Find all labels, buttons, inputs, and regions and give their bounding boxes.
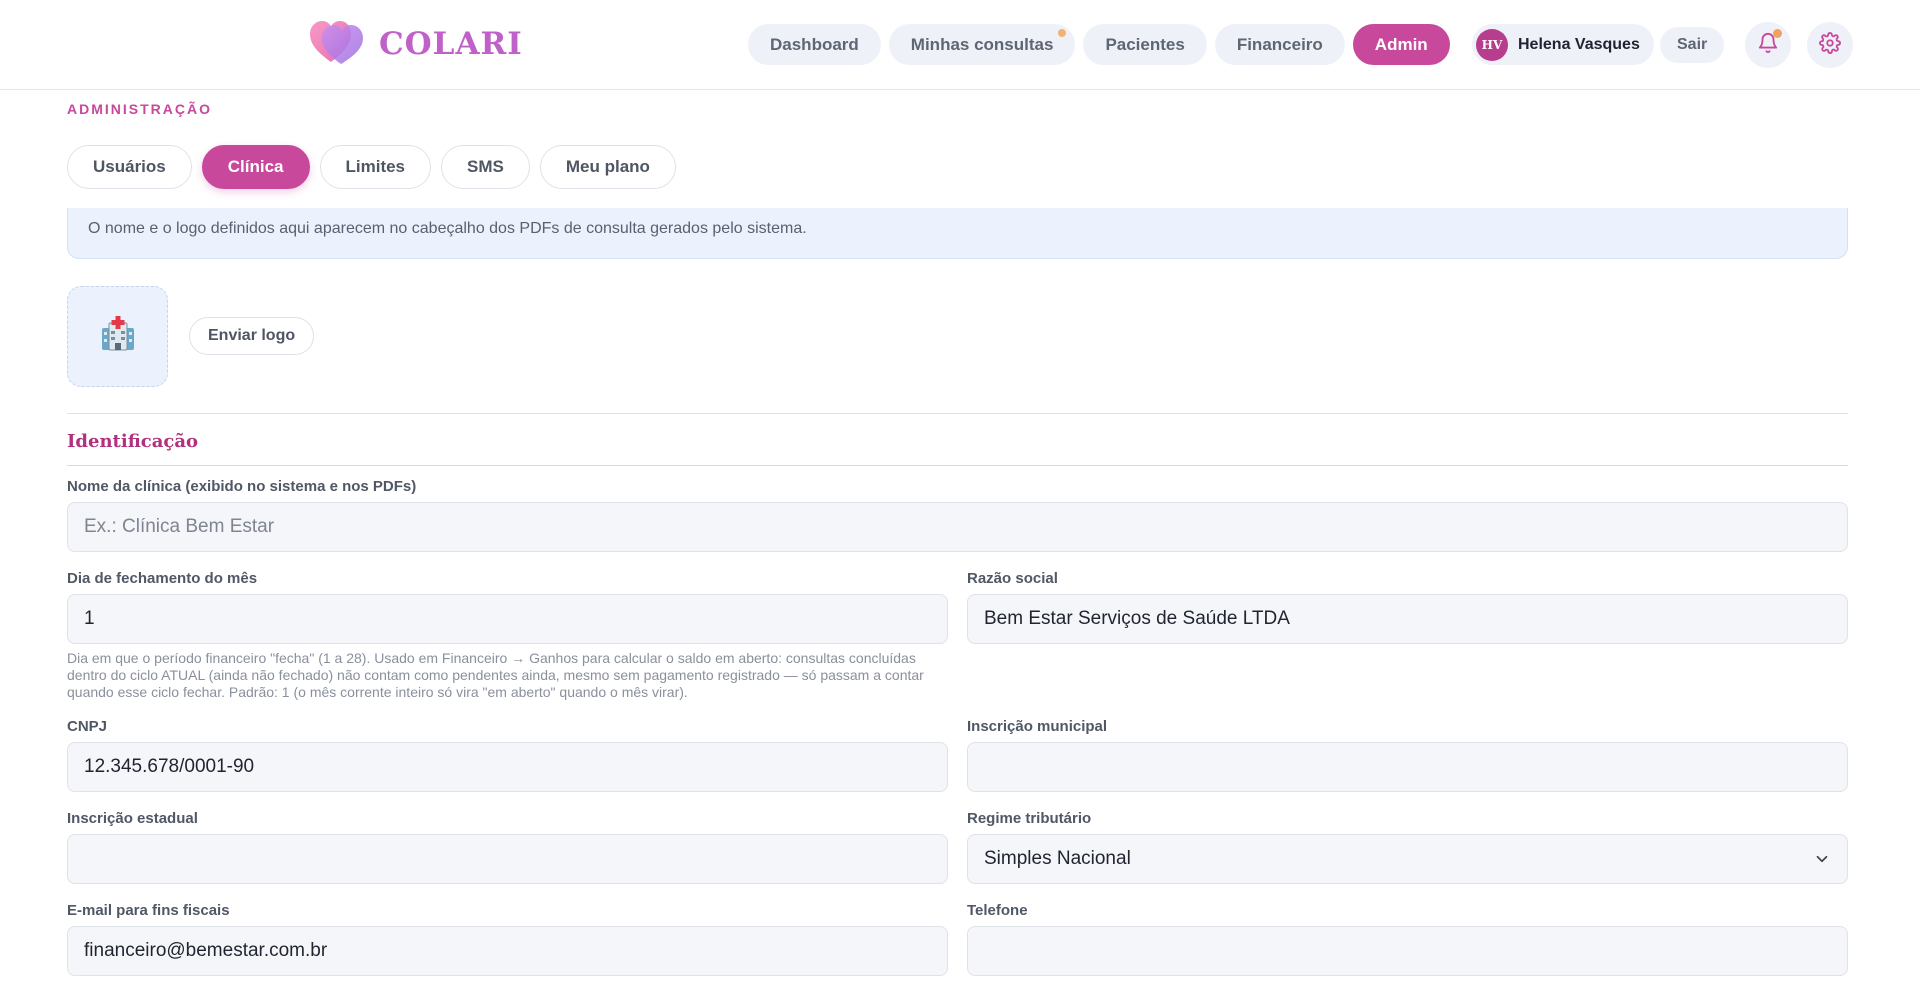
clinic-name-input[interactable]: Ex.: Clínica Bem Estar	[67, 502, 1848, 552]
fiscal-email-label: E-mail para fins fiscais	[67, 902, 230, 919]
nav-label: Minhas consultas	[910, 34, 1054, 54]
gear-icon	[1819, 31, 1841, 59]
fiscal-email-input[interactable]: financeiro@bemestar.com.br	[67, 926, 948, 976]
nav-minhas-consultas[interactable]: Minhas consultas	[888, 24, 1076, 65]
section-kicker: ADMINISTRAÇÃO	[67, 101, 212, 117]
logout-button[interactable]: Sair	[1660, 27, 1725, 63]
info-banner: O nome e o logo definidos aqui aparecem …	[67, 208, 1848, 259]
nav-label: Admin	[1374, 34, 1428, 54]
upload-logo-button[interactable]: Enviar logo	[189, 317, 315, 355]
user-name: Helena Vasques	[1518, 35, 1640, 53]
legal-name-label: Razão social	[967, 570, 1058, 587]
notifications-button[interactable]	[1745, 22, 1791, 68]
nav-pacientes[interactable]: Pacientes	[1083, 24, 1207, 65]
logo-preview	[67, 286, 168, 387]
nav-financeiro[interactable]: Financeiro	[1214, 24, 1345, 65]
admin-tabs: Usuários Clínica Limites SMS Meu plano	[67, 145, 686, 189]
tab-sms[interactable]: SMS	[441, 145, 530, 189]
divider	[67, 413, 1848, 414]
main-nav: Dashboard Minhas consultas Pacientes Fin…	[748, 24, 1458, 65]
state-reg-input[interactable]	[67, 834, 948, 884]
closing-day-input[interactable]: 1	[67, 594, 948, 644]
nav-label: Pacientes	[1105, 34, 1185, 54]
phone-input[interactable]	[967, 926, 1848, 976]
settings-button[interactable]	[1807, 22, 1853, 68]
brand-name: COLARI	[379, 26, 523, 62]
top-bar: COLARI Dashboard Minhas consultas Pacien…	[0, 0, 1920, 90]
cnpj-input[interactable]: 12.345.678/0001-90	[67, 742, 948, 792]
group-title: Identificação	[67, 431, 199, 452]
legal-name-input[interactable]: Bem Estar Serviços de Saúde LTDA	[967, 594, 1848, 644]
tab-usuarios[interactable]: Usuários	[67, 145, 192, 189]
phone-label: Telefone	[967, 902, 1028, 919]
brand[interactable]: COLARI	[309, 20, 523, 68]
municipal-reg-input[interactable]	[967, 742, 1848, 792]
tab-limites[interactable]: Limites	[319, 145, 432, 189]
cnpj-label: CNPJ	[67, 718, 108, 735]
closing-day-help: Dia em que o período financeiro "fecha" …	[67, 650, 924, 700]
municipal-reg-label: Inscrição municipal	[967, 718, 1108, 735]
notification-dot	[1773, 29, 1782, 38]
chevron-down-icon	[1816, 855, 1828, 863]
tab-meu-plano[interactable]: Meu plano	[539, 145, 676, 189]
double-heart-icon	[309, 18, 365, 71]
avatar: HV	[1476, 28, 1508, 61]
user-menu[interactable]: HV Helena Vasques	[1472, 24, 1654, 65]
tax-regime-select[interactable]: Simples Nacional	[967, 834, 1848, 884]
notification-dot	[1058, 29, 1067, 37]
tab-clinica[interactable]: Clínica	[201, 145, 310, 189]
tax-regime-label: Regime tributário	[967, 810, 1092, 827]
nav-label: Dashboard	[770, 34, 859, 54]
tax-regime-value: Simples Nacional	[984, 848, 1131, 869]
nav-label: Financeiro	[1236, 34, 1323, 54]
clinic-name-label: Nome da clínica (exibido no sistema e no…	[67, 478, 417, 495]
state-reg-label: Inscrição estadual	[67, 810, 198, 827]
nav-admin[interactable]: Admin	[1352, 24, 1450, 65]
divider	[67, 465, 1848, 466]
hospital-icon	[98, 314, 138, 359]
nav-dashboard[interactable]: Dashboard	[748, 24, 881, 65]
closing-day-label: Dia de fechamento do mês	[67, 570, 258, 587]
